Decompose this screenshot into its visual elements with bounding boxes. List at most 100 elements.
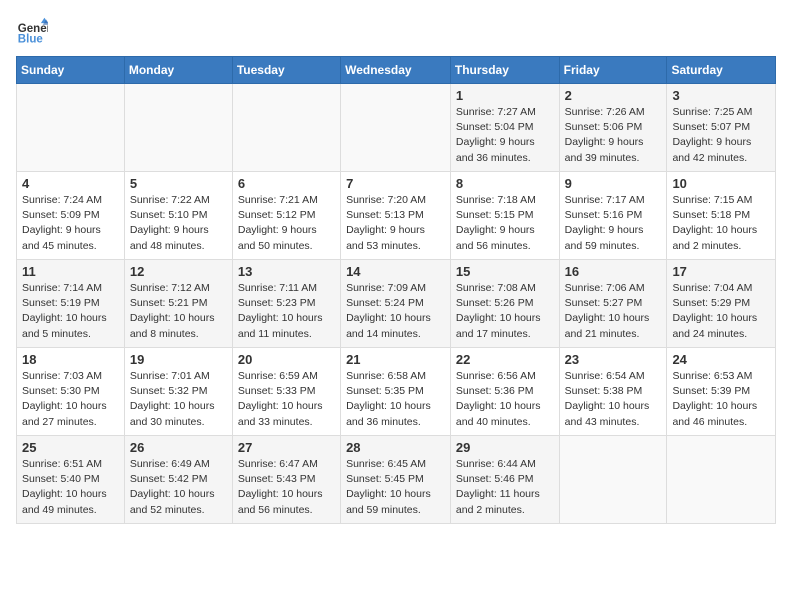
day-info: Sunrise: 6:47 AM Sunset: 5:43 PM Dayligh… [238, 457, 335, 518]
calendar-cell: 4 Sunrise: 7:24 AM Sunset: 5:09 PM Daylig… [17, 172, 125, 260]
calendar-week-row: 18Sunrise: 7:03 AM Sunset: 5:30 PM Dayli… [17, 348, 776, 436]
day-info: Sunrise: 6:58 AM Sunset: 5:35 PM Dayligh… [346, 369, 445, 430]
calendar-table: SundayMondayTuesdayWednesdayThursdayFrid… [16, 56, 776, 524]
calendar-cell: 2 Sunrise: 7:26 AM Sunset: 5:06 PM Daylig… [559, 84, 667, 172]
calendar-cell: 10 Sunrise: 7:15 AM Sunset: 5:18 PM Dayli… [667, 172, 776, 260]
day-number: 3 [672, 88, 770, 103]
day-info: Sunrise: 6:59 AM Sunset: 5:33 PM Dayligh… [238, 369, 335, 430]
day-info: Sunrise: 7:03 AM Sunset: 5:30 PM Dayligh… [22, 369, 119, 430]
calendar-cell: 8 Sunrise: 7:18 AM Sunset: 5:15 PM Daylig… [450, 172, 559, 260]
weekday-header: Monday [124, 57, 232, 84]
day-number: 4 [22, 176, 119, 191]
weekday-header: Sunday [17, 57, 125, 84]
calendar-cell: 25 Sunrise: 6:51 AM Sunset: 5:40 PM Dayli… [17, 436, 125, 524]
calendar-cell: 14 Sunrise: 7:09 AM Sunset: 5:24 PM Dayli… [341, 260, 451, 348]
weekday-header: Thursday [450, 57, 559, 84]
day-info: Sunrise: 7:24 AM Sunset: 5:09 PM Dayligh… [22, 193, 119, 254]
day-info: Sunrise: 6:45 AM Sunset: 5:45 PM Dayligh… [346, 457, 445, 518]
day-info: Sunrise: 7:27 AM Sunset: 5:04 PM Dayligh… [456, 105, 554, 166]
weekday-header-row: SundayMondayTuesdayWednesdayThursdayFrid… [17, 57, 776, 84]
calendar-cell: 28 Sunrise: 6:45 AM Sunset: 5:45 PM Dayli… [341, 436, 451, 524]
day-info: Sunrise: 7:09 AM Sunset: 5:24 PM Dayligh… [346, 281, 445, 342]
calendar-week-row: 4 Sunrise: 7:24 AM Sunset: 5:09 PM Daylig… [17, 172, 776, 260]
calendar-cell: 6Sunrise: 7:21 AM Sunset: 5:12 PM Daylig… [232, 172, 340, 260]
logo-icon: General Blue [16, 16, 48, 48]
day-info: Sunrise: 7:15 AM Sunset: 5:18 PM Dayligh… [672, 193, 770, 254]
day-info: Sunrise: 7:17 AM Sunset: 5:16 PM Dayligh… [565, 193, 662, 254]
day-number: 16 [565, 264, 662, 279]
calendar-cell: 3 Sunrise: 7:25 AM Sunset: 5:07 PM Daylig… [667, 84, 776, 172]
weekday-header: Wednesday [341, 57, 451, 84]
calendar-week-row: 25 Sunrise: 6:51 AM Sunset: 5:40 PM Dayli… [17, 436, 776, 524]
day-info: Sunrise: 7:14 AM Sunset: 5:19 PM Dayligh… [22, 281, 119, 342]
day-number: 29 [456, 440, 554, 455]
day-number: 26 [130, 440, 227, 455]
day-info: Sunrise: 7:26 AM Sunset: 5:06 PM Dayligh… [565, 105, 662, 166]
calendar-cell: 16 Sunrise: 7:06 AM Sunset: 5:27 PM Dayli… [559, 260, 667, 348]
day-number: 10 [672, 176, 770, 191]
calendar-cell: 5Sunrise: 7:22 AM Sunset: 5:10 PM Daylig… [124, 172, 232, 260]
calendar-cell: 1 Sunrise: 7:27 AM Sunset: 5:04 PM Daylig… [450, 84, 559, 172]
day-number: 21 [346, 352, 445, 367]
day-info: Sunrise: 7:12 AM Sunset: 5:21 PM Dayligh… [130, 281, 227, 342]
calendar-cell [124, 84, 232, 172]
calendar-cell: 17 Sunrise: 7:04 AM Sunset: 5:29 PM Dayli… [667, 260, 776, 348]
day-number: 7 [346, 176, 445, 191]
weekday-header: Saturday [667, 57, 776, 84]
day-number: 14 [346, 264, 445, 279]
calendar-cell [341, 84, 451, 172]
day-number: 2 [565, 88, 662, 103]
calendar-cell: 26 Sunrise: 6:49 AM Sunset: 5:42 PM Dayli… [124, 436, 232, 524]
day-info: Sunrise: 7:18 AM Sunset: 5:15 PM Dayligh… [456, 193, 554, 254]
day-number: 24 [672, 352, 770, 367]
calendar-cell: 11 Sunrise: 7:14 AM Sunset: 5:19 PM Dayli… [17, 260, 125, 348]
day-number: 19 [130, 352, 227, 367]
calendar-cell: 20Sunrise: 6:59 AM Sunset: 5:33 PM Dayli… [232, 348, 340, 436]
calendar-cell: 22 Sunrise: 6:56 AM Sunset: 5:36 PM Dayli… [450, 348, 559, 436]
day-number: 9 [565, 176, 662, 191]
weekday-header: Friday [559, 57, 667, 84]
logo: General Blue [16, 16, 48, 48]
day-number: 17 [672, 264, 770, 279]
calendar-cell: 24 Sunrise: 6:53 AM Sunset: 5:39 PM Dayli… [667, 348, 776, 436]
calendar-cell: 21 Sunrise: 6:58 AM Sunset: 5:35 PM Dayli… [341, 348, 451, 436]
day-info: Sunrise: 7:06 AM Sunset: 5:27 PM Dayligh… [565, 281, 662, 342]
calendar-cell: 15Sunrise: 7:08 AM Sunset: 5:26 PM Dayli… [450, 260, 559, 348]
calendar-week-row: 11 Sunrise: 7:14 AM Sunset: 5:19 PM Dayli… [17, 260, 776, 348]
day-info: Sunrise: 7:08 AM Sunset: 5:26 PM Dayligh… [456, 281, 554, 342]
day-info: Sunrise: 7:22 AM Sunset: 5:10 PM Dayligh… [130, 193, 227, 254]
day-number: 12 [130, 264, 227, 279]
day-number: 1 [456, 88, 554, 103]
calendar-cell: 13 Sunrise: 7:11 AM Sunset: 5:23 PM Dayli… [232, 260, 340, 348]
calendar-week-row: 1 Sunrise: 7:27 AM Sunset: 5:04 PM Daylig… [17, 84, 776, 172]
calendar-cell: 7Sunrise: 7:20 AM Sunset: 5:13 PM Daylig… [341, 172, 451, 260]
calendar-cell: 23Sunrise: 6:54 AM Sunset: 5:38 PM Dayli… [559, 348, 667, 436]
day-info: Sunrise: 6:54 AM Sunset: 5:38 PM Dayligh… [565, 369, 662, 430]
page-header: General Blue [16, 16, 776, 48]
day-info: Sunrise: 6:56 AM Sunset: 5:36 PM Dayligh… [456, 369, 554, 430]
day-number: 27 [238, 440, 335, 455]
day-info: Sunrise: 6:49 AM Sunset: 5:42 PM Dayligh… [130, 457, 227, 518]
day-info: Sunrise: 7:11 AM Sunset: 5:23 PM Dayligh… [238, 281, 335, 342]
day-number: 6 [238, 176, 335, 191]
calendar-cell: 9 Sunrise: 7:17 AM Sunset: 5:16 PM Daylig… [559, 172, 667, 260]
day-info: Sunrise: 7:25 AM Sunset: 5:07 PM Dayligh… [672, 105, 770, 166]
day-number: 25 [22, 440, 119, 455]
day-number: 22 [456, 352, 554, 367]
day-number: 11 [22, 264, 119, 279]
calendar-cell: 18Sunrise: 7:03 AM Sunset: 5:30 PM Dayli… [17, 348, 125, 436]
calendar-cell [232, 84, 340, 172]
day-info: Sunrise: 6:44 AM Sunset: 5:46 PM Dayligh… [456, 457, 554, 518]
day-number: 8 [456, 176, 554, 191]
day-info: Sunrise: 6:53 AM Sunset: 5:39 PM Dayligh… [672, 369, 770, 430]
day-info: Sunrise: 6:51 AM Sunset: 5:40 PM Dayligh… [22, 457, 119, 518]
calendar-cell [667, 436, 776, 524]
svg-text:Blue: Blue [18, 34, 44, 46]
calendar-cell [559, 436, 667, 524]
day-number: 28 [346, 440, 445, 455]
day-number: 13 [238, 264, 335, 279]
calendar-cell: 19Sunrise: 7:01 AM Sunset: 5:32 PM Dayli… [124, 348, 232, 436]
day-info: Sunrise: 7:04 AM Sunset: 5:29 PM Dayligh… [672, 281, 770, 342]
weekday-header: Tuesday [232, 57, 340, 84]
calendar-cell: 12 Sunrise: 7:12 AM Sunset: 5:21 PM Dayli… [124, 260, 232, 348]
